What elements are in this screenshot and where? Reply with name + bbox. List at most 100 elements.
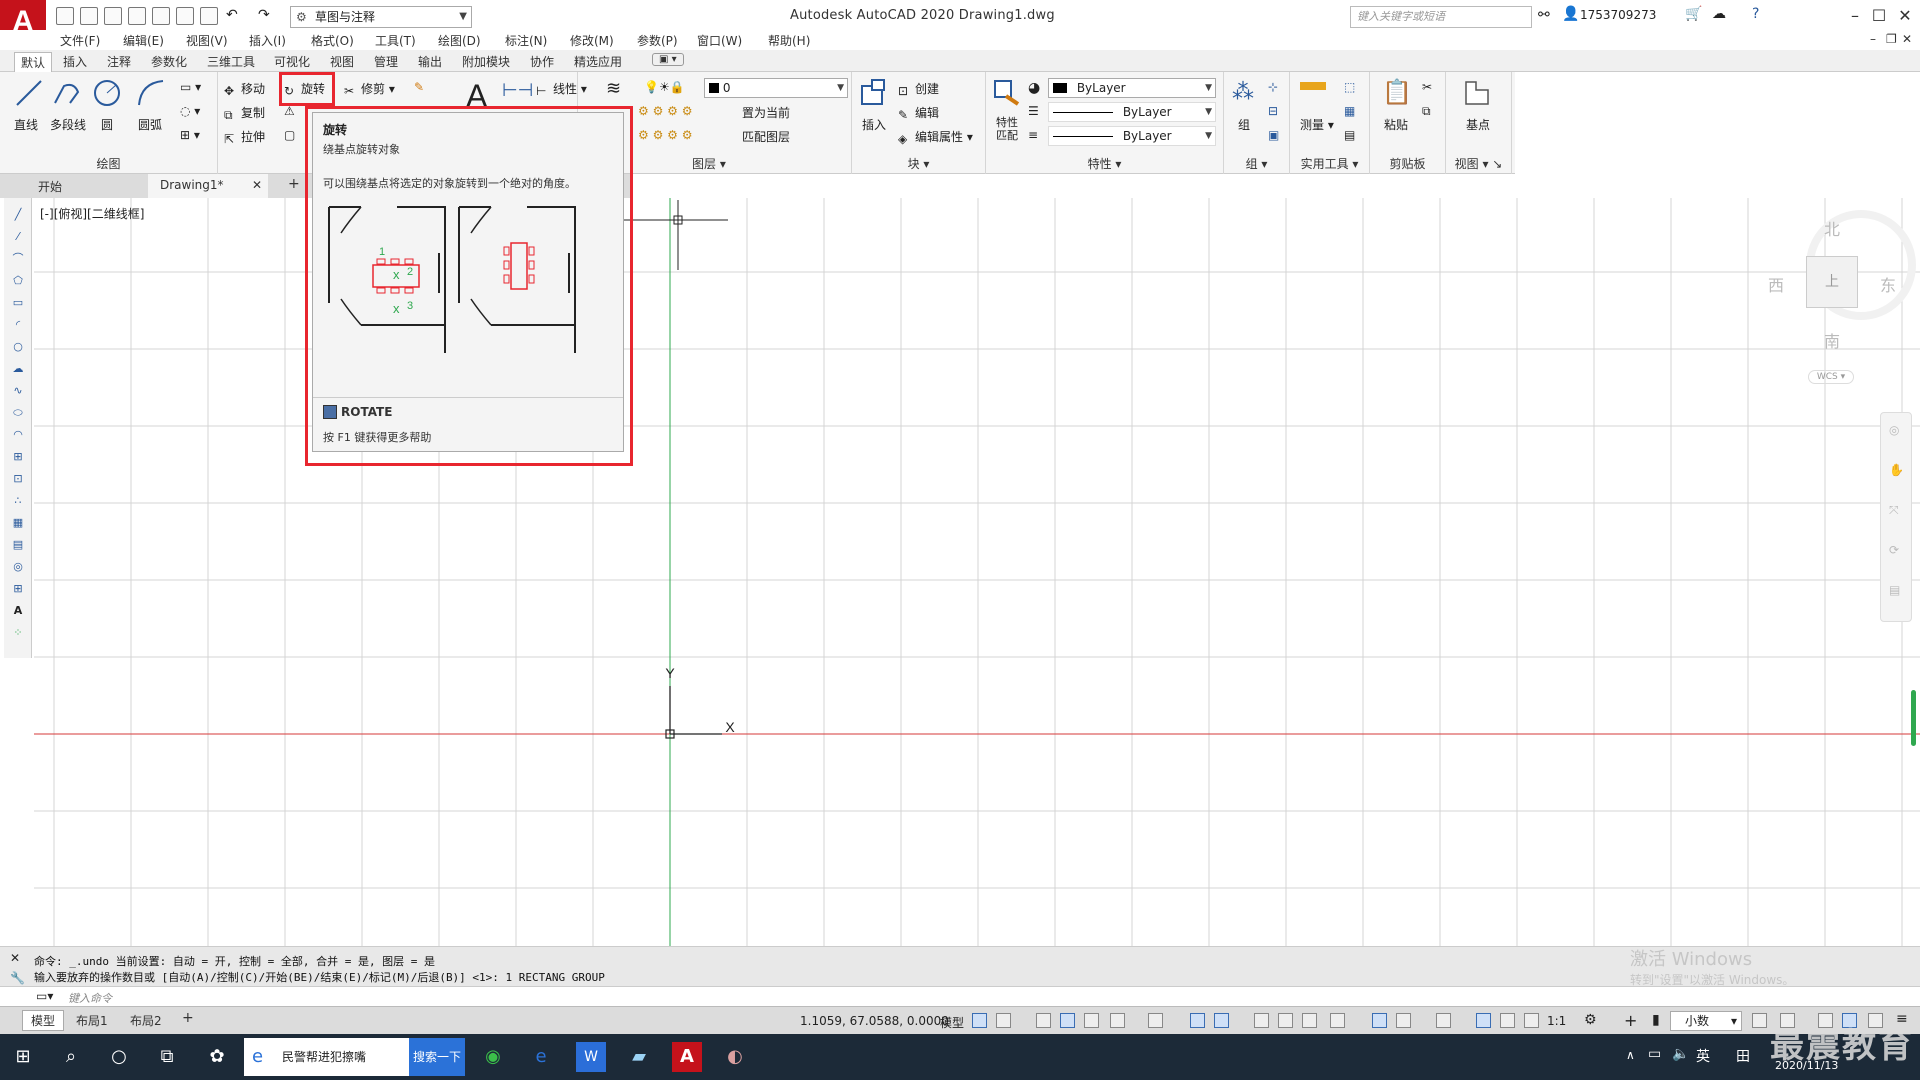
menu-format[interactable]: 格式(O) bbox=[311, 32, 354, 49]
browser-search-button[interactable]: 搜索一下 bbox=[409, 1038, 465, 1076]
polyline-tool-icon[interactable]: ⌒ bbox=[11, 252, 25, 266]
mirror-icon[interactable]: ⚠ bbox=[284, 104, 295, 118]
cortana-icon[interactable]: ○ bbox=[104, 1042, 134, 1072]
color-select[interactable]: ByLayer ▼ bbox=[1048, 78, 1216, 98]
menu-draw[interactable]: 绘图(D) bbox=[438, 32, 481, 49]
viewcube-south[interactable]: 南 bbox=[1824, 328, 1840, 352]
table-icon[interactable]: ⊞ ▾ bbox=[180, 128, 200, 142]
help-icon[interactable]: ? bbox=[1752, 6, 1759, 22]
add-selected-icon[interactable]: ⁘ bbox=[11, 626, 25, 640]
network-icon[interactable]: ▭ bbox=[1648, 1046, 1661, 1062]
ribbon-toggle-button[interactable]: ▣ ▾ bbox=[652, 53, 684, 66]
command-prompt-icon[interactable]: ▭▾ bbox=[36, 989, 53, 1003]
snap-icon[interactable] bbox=[996, 1013, 1011, 1028]
object-snap-tracking-icon[interactable] bbox=[1190, 1013, 1205, 1028]
viewcube-east[interactable]: 东 bbox=[1880, 272, 1896, 296]
annotation-scale[interactable]: 1:1 bbox=[1547, 1014, 1566, 1028]
spline-tool-icon[interactable]: ∿ bbox=[11, 384, 25, 398]
layout-tab-layout1[interactable]: 布局1 bbox=[76, 1012, 108, 1029]
menu-tools[interactable]: 工具(T) bbox=[375, 32, 416, 49]
dynamic-ucs-icon[interactable] bbox=[1372, 1013, 1387, 1028]
lineweight-select[interactable]: ByLayer ▼ bbox=[1048, 126, 1216, 146]
dynamic-input-icon[interactable] bbox=[1060, 1013, 1075, 1028]
command-close-icon[interactable]: ✕ bbox=[10, 951, 20, 965]
circle-button[interactable]: 圆 bbox=[101, 116, 113, 133]
save-icon[interactable] bbox=[104, 7, 122, 25]
move-button[interactable]: ✥ 移动 bbox=[224, 80, 265, 98]
group-edit-icon[interactable]: ⊟ bbox=[1268, 104, 1278, 118]
pan-icon[interactable]: ✋ bbox=[1889, 463, 1904, 477]
autocad-taskbar-icon[interactable]: A bbox=[672, 1042, 702, 1072]
input-method-mode[interactable]: 田 bbox=[1736, 1046, 1750, 1066]
erase-icon[interactable]: ✎ bbox=[414, 80, 424, 94]
steering-wheel-icon[interactable]: ◎ bbox=[1889, 423, 1899, 437]
command-input[interactable]: 键入命令 bbox=[68, 990, 112, 1006]
orbit-icon[interactable]: ⟳ bbox=[1889, 543, 1899, 557]
viewcube-north[interactable]: 北 bbox=[1824, 216, 1840, 240]
polyline-button[interactable]: 多段线 bbox=[50, 116, 86, 133]
wcs-menu[interactable]: WCS ▾ bbox=[1808, 370, 1854, 384]
viewcube-top-face[interactable]: 上 bbox=[1806, 256, 1858, 308]
menu-view[interactable]: 视图(V) bbox=[186, 32, 228, 49]
plot-icon[interactable] bbox=[200, 7, 218, 25]
mtext-tool-icon[interactable]: A bbox=[11, 604, 25, 618]
table-tool-icon[interactable]: ⊞ bbox=[11, 582, 25, 596]
gizmo-icon[interactable] bbox=[1436, 1013, 1451, 1028]
edit-block-button[interactable]: ✎ 编辑 bbox=[898, 104, 939, 122]
model-space-toggle[interactable]: 模型 bbox=[940, 1014, 964, 1031]
close-tab-icon[interactable]: ✕ bbox=[252, 178, 262, 192]
ellipse-tool-icon[interactable]: ⬭ bbox=[11, 406, 25, 420]
viewcube-west[interactable]: 西 bbox=[1768, 272, 1784, 296]
redo-icon[interactable]: ↷ bbox=[258, 7, 276, 25]
doc-close-button[interactable]: ✕ bbox=[1902, 32, 1912, 46]
hatch-tool-icon[interactable]: ▦ bbox=[11, 516, 25, 530]
polygon-tool-icon[interactable]: ⬠ bbox=[11, 274, 25, 288]
new-tab-button[interactable]: + bbox=[288, 176, 300, 192]
notepad-icon[interactable]: ▰ bbox=[624, 1042, 654, 1072]
annotation-visibility-icon[interactable] bbox=[1476, 1013, 1491, 1028]
ungroup-icon[interactable]: ⊹ bbox=[1268, 80, 1278, 94]
ellipse-arc-tool-icon[interactable]: ◠ bbox=[11, 428, 25, 442]
create-block-button[interactable]: ⊡ 创建 bbox=[898, 80, 939, 98]
ortho-icon[interactable] bbox=[1084, 1013, 1099, 1028]
scale-icon[interactable]: ▢ bbox=[284, 128, 295, 142]
open-file-icon[interactable] bbox=[80, 7, 98, 25]
input-method-indicator[interactable]: 英 bbox=[1696, 1046, 1710, 1066]
polar-icon[interactable] bbox=[1110, 1013, 1125, 1028]
close-button[interactable]: ✕ bbox=[1892, 5, 1918, 27]
tab-collaborate[interactable]: 协作 bbox=[530, 53, 554, 70]
layout-tab-model[interactable]: 模型 bbox=[22, 1010, 65, 1031]
zoom-extents-icon[interactable]: ⤧ bbox=[1889, 503, 1899, 518]
show-hidden-icons[interactable]: ∧ bbox=[1626, 1048, 1635, 1062]
transparency-icon[interactable] bbox=[1278, 1013, 1293, 1028]
maximize-button[interactable]: ☐ bbox=[1866, 5, 1892, 27]
open-web-icon[interactable] bbox=[152, 7, 170, 25]
measure-button[interactable]: 测量 ▾ bbox=[1300, 116, 1334, 133]
cut-icon[interactable]: ✂ bbox=[1422, 80, 1432, 94]
isodraft-icon[interactable] bbox=[1148, 1013, 1163, 1028]
line-tool-icon[interactable]: ╱ bbox=[11, 208, 25, 222]
showmotion-icon[interactable]: ▤ bbox=[1889, 583, 1900, 597]
quick-properties-icon[interactable] bbox=[1752, 1013, 1767, 1028]
arc-tool-icon[interactable]: ◜ bbox=[11, 318, 25, 332]
coordinate-readout[interactable]: 1.1059, 67.0588, 0.0000 bbox=[800, 1014, 949, 1028]
quick-select-icon[interactable]: ▦ bbox=[1344, 104, 1355, 118]
tab-view[interactable]: 视图 bbox=[330, 53, 354, 70]
user-account[interactable]: 1753709273 bbox=[1580, 8, 1656, 22]
point-tool-icon[interactable]: ∴ bbox=[11, 494, 25, 508]
copy-clip-icon[interactable]: ⧉ bbox=[1422, 104, 1431, 119]
layout-tab-layout2[interactable]: 布局2 bbox=[130, 1012, 162, 1029]
workspace-gear-icon[interactable]: ⚙ bbox=[1584, 1012, 1597, 1028]
doc-minimize-button[interactable]: – bbox=[1870, 32, 1876, 46]
tab-start[interactable]: 开始 bbox=[38, 178, 62, 195]
pinwheel-icon[interactable]: ✿ bbox=[202, 1042, 232, 1072]
layer-select[interactable]: 0 ▼ bbox=[704, 78, 848, 98]
menu-help[interactable]: 帮助(H) bbox=[768, 32, 810, 49]
tab-manage[interactable]: 管理 bbox=[374, 53, 398, 70]
paste-button[interactable]: 粘贴 bbox=[1384, 116, 1408, 133]
layer-properties-icon[interactable]: ≋ bbox=[606, 78, 621, 99]
circle-tool-icon[interactable]: ○ bbox=[11, 340, 25, 354]
revcloud-tool-icon[interactable]: ☁ bbox=[11, 362, 25, 376]
arc-button[interactable]: 圆弧 bbox=[138, 116, 162, 133]
region-tool-icon[interactable]: ◎ bbox=[11, 560, 25, 574]
